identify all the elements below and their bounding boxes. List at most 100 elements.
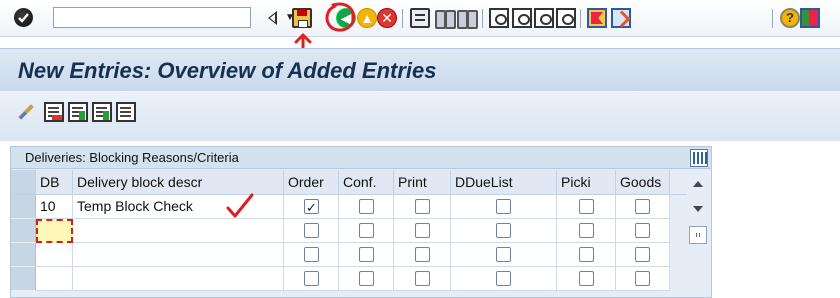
checkbox-picki[interactable] [579, 271, 594, 286]
checkbox-conf[interactable] [359, 247, 374, 262]
cell-order [284, 243, 339, 267]
cell-db[interactable] [36, 267, 73, 291]
checkbox-order[interactable] [304, 271, 319, 286]
annotation-circle-icon [325, 2, 356, 32]
deselect-all-icon[interactable] [116, 102, 136, 122]
cell-ddue [451, 219, 557, 243]
checkbox-print[interactable] [415, 271, 430, 286]
table-panel: Deliveries: Blocking Reasons/Criteria DB… [10, 146, 712, 298]
col-header-ddue[interactable]: DDueList [451, 170, 557, 195]
cell-goods [616, 243, 670, 267]
cell-goods [616, 195, 670, 219]
checkbox-goods[interactable] [635, 199, 650, 214]
edit-pencil-icon[interactable] [16, 102, 36, 122]
cell-descr[interactable] [73, 243, 284, 267]
customize-layout-icon[interactable] [800, 8, 820, 28]
col-header-picki[interactable]: Picki [557, 170, 616, 195]
row-selector[interactable] [11, 243, 36, 267]
cell-picki [557, 195, 616, 219]
checkbox-picki[interactable] [579, 199, 594, 214]
checkbox-goods[interactable] [635, 247, 650, 262]
scroll-down-icon[interactable] [693, 206, 703, 212]
col-header-print[interactable]: Print [394, 170, 451, 195]
cell-ddue [451, 195, 557, 219]
col-header-conf[interactable]: Conf. [339, 170, 394, 195]
create-session-icon[interactable] [587, 8, 607, 28]
checkbox-conf[interactable] [359, 271, 374, 286]
page-title: New Entries: Overview of Added Entries [18, 58, 437, 83]
col-header-db[interactable]: DB [36, 170, 73, 195]
column-settings-icon[interactable] [690, 149, 708, 167]
checkbox-print[interactable] [415, 199, 430, 214]
exit-icon[interactable]: ▲ [357, 8, 377, 28]
table-title: Deliveries: Blocking Reasons/Criteria [11, 147, 711, 169]
cell-order [284, 195, 339, 219]
enter-check-icon[interactable] [14, 8, 33, 27]
cell-print [394, 243, 451, 267]
save-icon[interactable] [292, 8, 312, 28]
triangle-left-icon[interactable] [268, 11, 277, 25]
scroll-thumb[interactable] [689, 226, 707, 244]
cell-print [394, 219, 451, 243]
generate-shortcut-icon[interactable] [611, 8, 631, 28]
find-next-icon[interactable] [457, 8, 478, 29]
cell-picki [557, 243, 616, 267]
system-toolbar: ▼ ◀ ▲ ✕ ? [0, 0, 840, 54]
first-page-icon[interactable] [489, 8, 509, 28]
cell-descr[interactable] [73, 267, 284, 291]
cell-order [284, 219, 339, 243]
select-all-icon[interactable] [68, 102, 88, 122]
cell-db[interactable]: 10 [36, 195, 73, 219]
cell-conf [339, 267, 394, 291]
cell-conf [339, 195, 394, 219]
row-selector[interactable] [11, 267, 36, 291]
next-page-icon[interactable] [534, 8, 554, 28]
previous-page-icon[interactable] [512, 8, 532, 28]
checkbox-print[interactable] [415, 223, 430, 238]
cell-print [394, 267, 451, 291]
annotation-checkmark-icon [226, 193, 254, 218]
row-selector[interactable] [11, 195, 36, 219]
cell-goods [616, 267, 670, 291]
command-field[interactable]: ▼ [53, 7, 295, 28]
cell-conf [339, 243, 394, 267]
checkbox-order[interactable] [304, 247, 319, 262]
cell-ddue [451, 267, 557, 291]
checkbox-conf[interactable] [359, 199, 374, 214]
select-block-icon[interactable] [92, 102, 112, 122]
checkbox-order[interactable] [304, 223, 319, 238]
checkbox-goods[interactable] [635, 223, 650, 238]
row-selector[interactable] [11, 219, 36, 243]
col-header-goods[interactable]: Goods [616, 170, 670, 195]
checkbox-picki[interactable] [579, 223, 594, 238]
toolbar-separator [402, 9, 403, 28]
cell-goods [616, 219, 670, 243]
checkbox-print[interactable] [415, 247, 430, 262]
cell-print [394, 195, 451, 219]
vertical-scrollbar[interactable] [687, 174, 709, 272]
cell-order [284, 267, 339, 291]
application-toolbar [0, 91, 840, 141]
cancel-icon[interactable]: ✕ [377, 8, 397, 28]
row-selector-header[interactable] [11, 170, 36, 195]
col-header-order[interactable]: Order [284, 170, 339, 195]
cell-descr[interactable] [73, 219, 284, 243]
delete-row-icon[interactable] [44, 102, 64, 122]
command-input[interactable] [56, 9, 230, 27]
checkbox-ddue[interactable] [496, 247, 511, 262]
checkbox-conf[interactable] [359, 223, 374, 238]
print-icon[interactable] [410, 8, 430, 28]
checkbox-ddue[interactable] [496, 271, 511, 286]
help-icon[interactable]: ? [780, 8, 800, 28]
checkbox-ddue[interactable] [496, 223, 511, 238]
checkbox-picki[interactable] [579, 247, 594, 262]
checkbox-ddue[interactable] [496, 199, 511, 214]
checkbox-goods[interactable] [635, 271, 650, 286]
find-icon[interactable] [435, 8, 456, 29]
scroll-up-icon[interactable] [693, 181, 703, 187]
last-page-icon[interactable] [556, 8, 576, 28]
cell-db[interactable] [36, 243, 73, 267]
cell-picki [557, 267, 616, 291]
cell-db-focused[interactable] [36, 219, 73, 243]
checkbox-order[interactable] [304, 197, 319, 218]
